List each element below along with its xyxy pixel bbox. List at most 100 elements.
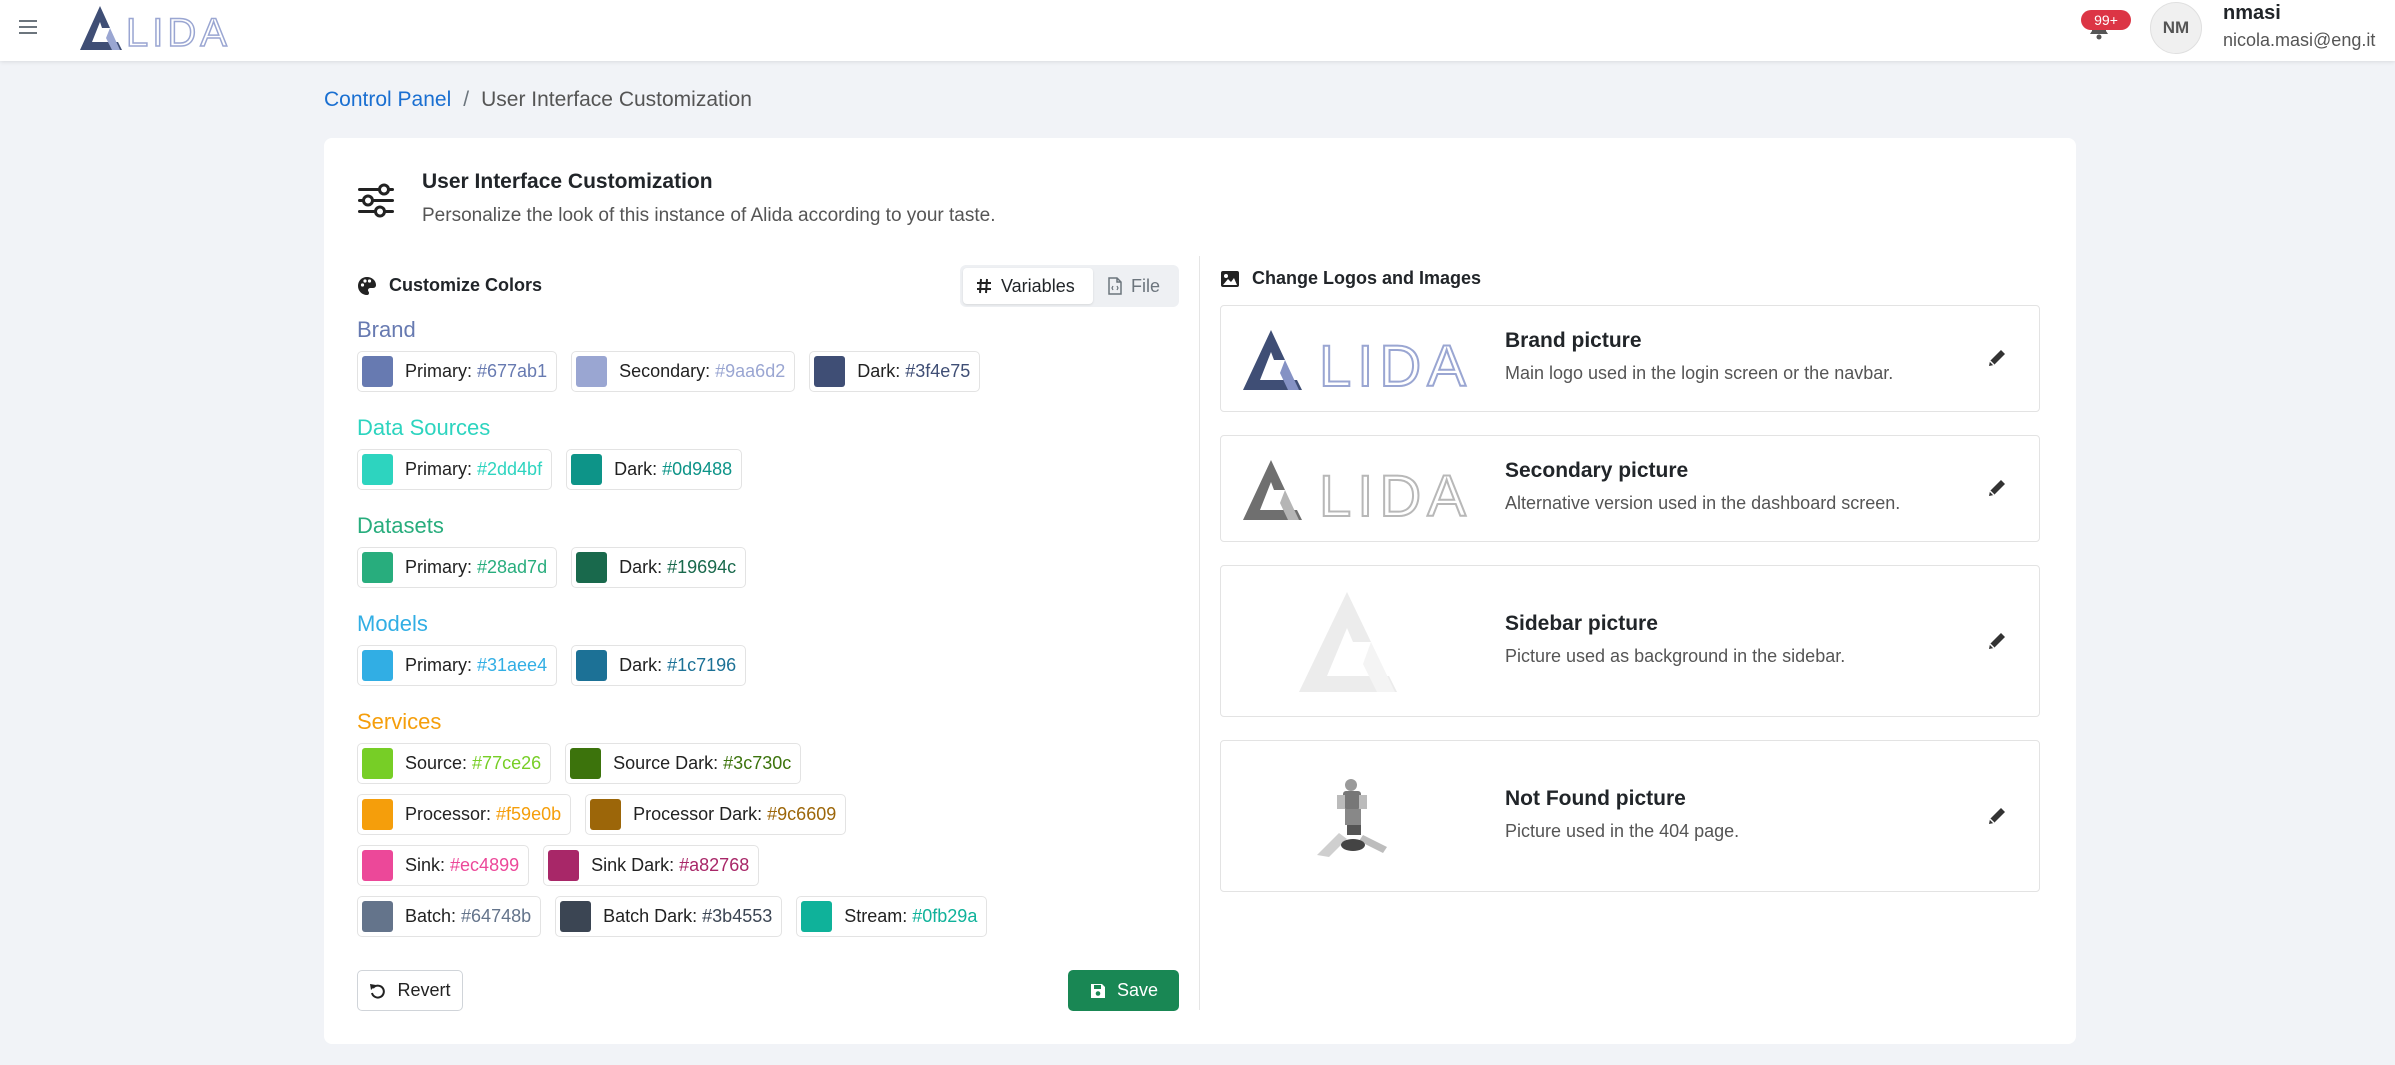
color-chip[interactable]: Stream: #0fb29a — [796, 896, 988, 937]
secondary-picture-description: Alternative version used in the dashboar… — [1505, 493, 1901, 513]
color-value: #77ce26 — [472, 753, 542, 773]
services-color-row-3: Sink: #ec4899 Sink Dark: #a82768 — [357, 845, 760, 886]
color-swatch — [590, 799, 622, 830]
color-value: #3b4553 — [702, 906, 773, 926]
sidebar-picture-thumbnail — [1299, 592, 1397, 692]
color-swatch — [362, 748, 393, 779]
not-found-picture-title: Not Found picture — [1505, 787, 1686, 810]
breadcrumb-control-panel[interactable]: Control Panel — [324, 88, 451, 112]
undo-icon — [370, 983, 386, 999]
customize-colors-title: Customize Colors — [389, 275, 543, 295]
models-color-row: Primary: #31aee4 Dark: #1c7196 — [357, 645, 747, 686]
color-swatch — [362, 552, 393, 583]
color-label: Source: — [405, 753, 468, 773]
color-value: #0d9488 — [662, 459, 733, 479]
color-chip[interactable]: Source: #77ce26 — [357, 743, 552, 784]
color-chip[interactable]: Sink Dark: #a82768 — [543, 845, 760, 886]
color-chip[interactable]: Dark: #1c7196 — [571, 645, 747, 686]
color-swatch — [362, 454, 393, 485]
brand-picture-card: LIDA Brand picture Main logo used in the… — [1220, 305, 2040, 412]
color-value: #a82768 — [679, 855, 750, 875]
color-value: #677ab1 — [477, 361, 548, 381]
services-color-row-4: Batch: #64748b Batch Dark: #3b4553 Stream:… — [357, 896, 988, 937]
color-label: Source Dark: — [613, 753, 719, 773]
color-swatch — [560, 901, 592, 932]
colors-mode-toggle: Variables File — [960, 265, 1179, 307]
hash-icon — [977, 278, 991, 294]
color-label: Primary: — [405, 557, 472, 577]
toggle-variables[interactable]: Variables — [963, 268, 1093, 304]
save-button[interactable]: Save — [1068, 970, 1179, 1011]
save-icon — [1090, 983, 1105, 998]
color-chip[interactable]: Source Dark: #3c730c — [565, 743, 802, 784]
top-navbar: LIDA 99+ NM nmasi nicola.masi@eng.it — [0, 0, 2395, 61]
pencil-icon[interactable] — [1985, 476, 2009, 500]
color-chip[interactable]: Sink: #ec4899 — [357, 845, 530, 886]
color-label: Dark: — [619, 557, 663, 577]
color-swatch — [362, 799, 393, 830]
color-swatch — [362, 650, 393, 681]
pencil-icon[interactable] — [1985, 346, 2009, 370]
color-value: #9aa6d2 — [715, 361, 786, 381]
color-label: Primary: — [405, 459, 472, 479]
save-label: Save — [1116, 980, 1159, 1000]
color-label: Batch Dark: — [603, 906, 698, 926]
alida-logo[interactable]: LIDA — [78, 4, 230, 52]
color-swatch — [548, 850, 580, 881]
secondary-picture-thumbnail: LIDA — [1243, 460, 1472, 524]
color-chip[interactable]: Batch Dark: #3b4553 — [555, 896, 783, 937]
color-swatch — [362, 850, 393, 881]
user-avatar[interactable]: NM — [2150, 2, 2202, 54]
color-label: Dark: — [619, 655, 663, 675]
color-label: Primary: — [405, 655, 472, 675]
color-chip[interactable]: Dark: #3f4e75 — [809, 351, 981, 392]
brand-picture-thumbnail: LIDA — [1243, 330, 1472, 394]
color-chip[interactable]: Primary: #2dd4bf — [357, 449, 553, 490]
secondary-picture-logo-text: LIDA — [1319, 464, 1472, 524]
color-swatch — [362, 901, 393, 932]
pencil-icon[interactable] — [1985, 629, 2009, 653]
sliders-icon — [358, 183, 394, 218]
user-name: nmasi — [2223, 2, 2281, 24]
sidebar-picture-description: Picture used as background in the sideba… — [1505, 646, 1846, 666]
color-chip[interactable]: Dark: #19694c — [571, 547, 747, 588]
color-swatch — [362, 356, 393, 387]
color-label: Processor: — [405, 804, 492, 824]
toggle-variables-label: Variables — [1001, 275, 1075, 296]
color-chip[interactable]: Batch: #64748b — [357, 896, 542, 937]
color-value: #31aee4 — [477, 655, 548, 675]
color-value: #0fb29a — [912, 906, 978, 926]
services-color-row-1: Source: #77ce26 Source Dark: #3c730c — [357, 743, 802, 784]
color-value: #19694c — [667, 557, 737, 577]
color-chip[interactable]: Secondary: #9aa6d2 — [571, 351, 796, 392]
brand-picture-description: Main logo used in the login screen or th… — [1505, 363, 1894, 383]
change-logos-title: Change Logos and Images — [1252, 268, 1482, 288]
color-value: #ec4899 — [450, 855, 520, 875]
color-chip[interactable]: Dark: #0d9488 — [566, 449, 743, 490]
color-chip[interactable]: Processor: #f59e0b — [357, 794, 572, 835]
group-label-brand: Brand — [357, 317, 416, 342]
color-value: #1c7196 — [667, 655, 737, 675]
not-found-picture-description: Picture used in the 404 page. — [1505, 821, 1740, 841]
color-value: #3c730c — [723, 753, 792, 773]
sidebar-picture-title: Sidebar picture — [1505, 612, 1658, 635]
toggle-file[interactable]: File — [1095, 268, 1172, 304]
page-subtitle: Personalize the look of this instance of… — [422, 205, 996, 226]
brand-picture-logo-text: LIDA — [1319, 334, 1472, 394]
color-swatch — [571, 454, 603, 485]
color-chip[interactable]: Primary: #28ad7d — [357, 547, 558, 588]
color-chip[interactable]: Primary: #31aee4 — [357, 645, 558, 686]
color-swatch — [814, 356, 846, 387]
data-sources-color-row: Primary: #2dd4bf Dark: #0d9488 — [357, 449, 743, 490]
color-label: Sink Dark: — [591, 855, 675, 875]
secondary-picture-card: LIDA Secondary picture Alternative versi… — [1220, 435, 2040, 542]
brand-picture-title: Brand picture — [1505, 329, 1642, 352]
breadcrumb-current: User Interface Customization — [481, 88, 752, 111]
group-label-models: Models — [357, 611, 428, 636]
revert-button[interactable]: Revert — [357, 970, 463, 1011]
color-chip[interactable]: Primary: #677ab1 — [357, 351, 558, 392]
pencil-icon[interactable] — [1985, 804, 2009, 828]
menu-icon[interactable] — [16, 15, 40, 39]
notification-count-badge[interactable]: 99+ — [2081, 10, 2131, 30]
color-chip[interactable]: Processor Dark: #9c6609 — [585, 794, 847, 835]
